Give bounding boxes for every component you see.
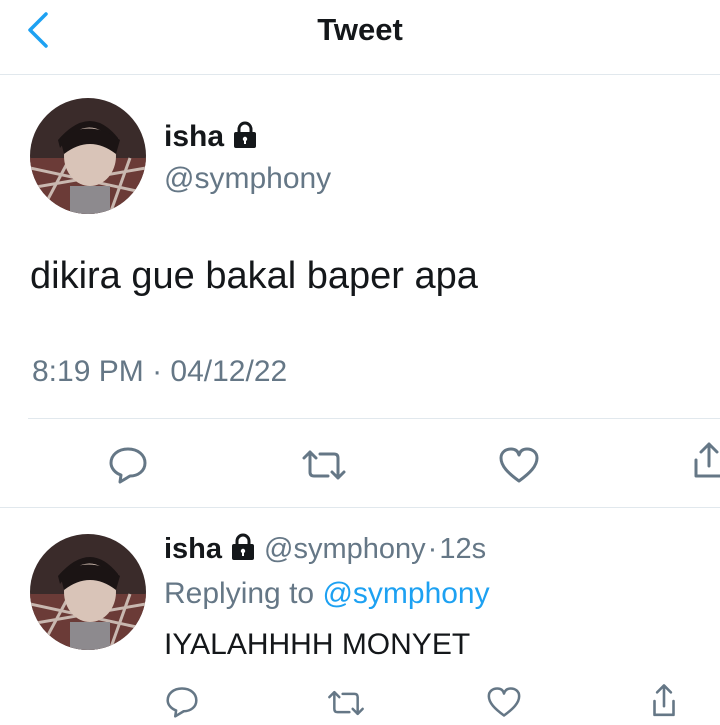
avatar[interactable]	[30, 98, 146, 214]
reply-reply-button[interactable]	[165, 686, 199, 723]
tweet-timestamp[interactable]: 8:19 PM · 04/12/22	[32, 355, 287, 389]
reply-retweet-button[interactable]	[326, 688, 366, 723]
top-bar: Tweet	[0, 0, 720, 75]
tweet-text: dikira gue bakal baper apa	[30, 255, 478, 297]
divider	[0, 507, 720, 508]
reply-text: IYALAHHHH MONYET	[164, 628, 471, 661]
reply-age[interactable]: 12s	[439, 533, 486, 565]
divider	[28, 418, 720, 419]
retweet-icon	[302, 450, 346, 480]
reply-button[interactable]	[108, 446, 148, 489]
author-name[interactable]: isha	[164, 120, 258, 154]
page-title: Tweet	[317, 12, 403, 47]
retweet-button[interactable]	[300, 448, 348, 487]
reply-like-button[interactable]	[486, 686, 522, 723]
share-icon	[653, 684, 675, 717]
author-name-text: isha	[164, 120, 225, 153]
reply-author-name[interactable]: isha	[164, 533, 222, 565]
reply-avatar[interactable]	[30, 534, 146, 650]
reply-share-button[interactable]	[650, 682, 678, 725]
lock-icon	[232, 533, 255, 560]
replying-to: Replying to @symphony	[164, 577, 490, 611]
avatar-image	[30, 98, 146, 214]
reply-icon	[166, 687, 198, 718]
like-button[interactable]	[498, 446, 540, 489]
replying-to-mention[interactable]: @symphony	[322, 577, 489, 610]
share-button[interactable]	[692, 440, 720, 489]
separator: ·	[427, 533, 438, 565]
tweet-time: 8:19 PM	[32, 355, 144, 388]
heart-icon	[487, 687, 521, 717]
reply-author-handle[interactable]: @symphony	[264, 533, 426, 565]
heart-icon	[499, 447, 539, 483]
share-icon	[694, 442, 720, 478]
tweet-date: 04/12/22	[170, 355, 288, 388]
lock-icon	[234, 121, 257, 148]
reply-header: isha @symphony·12s	[164, 533, 486, 566]
avatar-image	[30, 534, 146, 650]
retweet-icon	[328, 690, 364, 716]
date-separator: ·	[152, 355, 163, 388]
reply-icon	[109, 447, 147, 484]
author-handle[interactable]: @symphony	[164, 162, 331, 196]
replying-to-label: Replying to	[164, 577, 315, 610]
